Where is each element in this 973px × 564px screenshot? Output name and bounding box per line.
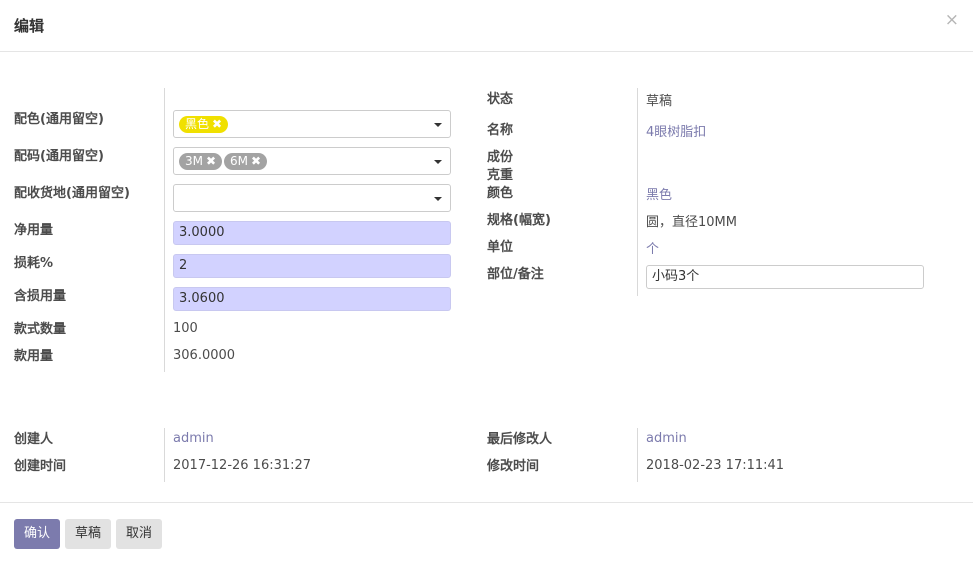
composition-label: 成份: [487, 150, 514, 165]
name-link[interactable]: 4眼树脂扣: [646, 121, 706, 140]
dropdown-caret-icon[interactable]: [434, 123, 442, 127]
creator-label: 创建人: [14, 432, 54, 447]
created-time-label: 创建时间: [14, 459, 67, 474]
size-tag: 6M ✖: [224, 153, 268, 170]
dialog-footer: 确认 草稿 取消: [0, 502, 973, 564]
unit-link[interactable]: 个: [646, 238, 659, 257]
size-tag-label: 6M: [230, 154, 248, 168]
net-usage-label: 净用量: [14, 223, 54, 238]
remark-input[interactable]: 小码3个: [646, 265, 924, 289]
loss-label: 损耗%: [14, 256, 54, 271]
tag-remove-icon[interactable]: ✖: [212, 117, 222, 131]
destination-field-label: 配收货地(通用留空): [14, 186, 130, 201]
dialog-title: 编辑: [14, 17, 45, 35]
destination-select[interactable]: [173, 184, 451, 212]
loss-input[interactable]: 2: [173, 254, 451, 278]
gross-usage-input[interactable]: 3.0600: [173, 287, 451, 311]
remark-label: 部位/备注: [487, 267, 544, 282]
column-divider: [164, 88, 165, 372]
creator-link[interactable]: admin: [173, 431, 214, 446]
modified-time-label: 修改时间: [487, 459, 540, 474]
spec-label: 规格(幅宽): [487, 213, 551, 228]
column-divider: [637, 428, 638, 482]
name-label: 名称: [487, 123, 514, 138]
modifier-label: 最后修改人: [487, 432, 553, 447]
column-divider: [637, 88, 638, 296]
color-label: 颜色: [487, 186, 514, 201]
dropdown-caret-icon[interactable]: [434, 197, 442, 201]
draft-button[interactable]: 草稿: [65, 519, 111, 549]
tag-remove-icon[interactable]: ✖: [206, 154, 216, 168]
created-time-value: 2017-12-26 16:31:27: [173, 458, 312, 473]
color-link[interactable]: 黑色: [646, 184, 672, 203]
weight-label: 克重: [487, 168, 514, 183]
status-label: 状态: [487, 92, 514, 107]
color-tag: 黑色 ✖: [179, 116, 229, 133]
confirm-button[interactable]: 确认: [14, 519, 60, 549]
spec-value: 圆，直径10MM: [646, 215, 737, 230]
unit-label: 单位: [487, 240, 514, 255]
tag-remove-icon[interactable]: ✖: [251, 154, 261, 168]
style-usage-label: 款用量: [14, 349, 54, 364]
modifier-link[interactable]: admin: [646, 431, 687, 446]
close-icon[interactable]: ×: [945, 10, 959, 30]
dropdown-caret-icon[interactable]: [434, 160, 442, 164]
color-field-label: 配色(通用留空): [14, 112, 104, 127]
gross-usage-label: 含损用量: [14, 289, 67, 304]
style-quantity-value: 100: [173, 321, 198, 336]
status-value: 草稿: [646, 94, 673, 109]
size-tag: 3M ✖: [179, 153, 223, 170]
size-select[interactable]: 3M ✖ 6M ✖: [173, 147, 451, 175]
cancel-button[interactable]: 取消: [116, 519, 162, 549]
style-usage-value: 306.0000: [173, 348, 236, 363]
net-usage-input[interactable]: 3.0000: [173, 221, 451, 245]
modified-time-value: 2018-02-23 17:11:41: [646, 458, 785, 473]
dialog-header: 编辑 ×: [0, 0, 973, 52]
size-tag-label: 3M: [185, 154, 203, 168]
color-tag-label: 黑色: [185, 117, 210, 131]
color-select[interactable]: 黑色 ✖: [173, 110, 451, 138]
style-quantity-label: 款式数量: [14, 322, 67, 337]
size-field-label: 配码(通用留空): [14, 149, 104, 164]
column-divider: [164, 428, 165, 482]
